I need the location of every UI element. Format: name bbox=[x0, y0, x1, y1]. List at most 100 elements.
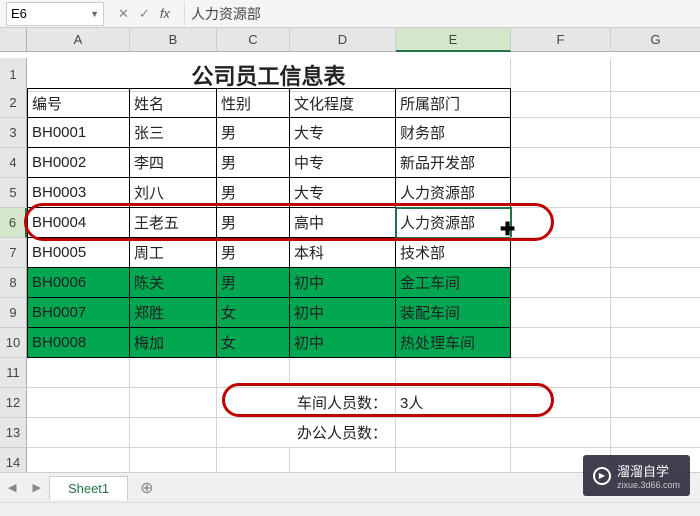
empty-cell[interactable] bbox=[611, 358, 700, 388]
col-header-F[interactable]: F bbox=[511, 28, 611, 52]
cell-id[interactable]: BH0004 bbox=[27, 208, 130, 238]
cell-sex[interactable]: 男 bbox=[217, 238, 290, 268]
formula-input[interactable]: 人力资源部 bbox=[184, 2, 700, 26]
empty-cell[interactable] bbox=[217, 358, 290, 388]
cell-sex[interactable]: 女 bbox=[217, 298, 290, 328]
empty-cell[interactable] bbox=[611, 388, 700, 418]
name-box-dropdown-icon[interactable]: ▼ bbox=[90, 9, 99, 19]
cell-dept[interactable]: 人力资源部 bbox=[396, 178, 511, 208]
cell-name[interactable]: 周工 bbox=[130, 238, 217, 268]
empty-cell[interactable] bbox=[511, 418, 611, 448]
summary-label-office[interactable]: 办公人员数： bbox=[217, 418, 396, 448]
cell-name[interactable]: 王老五 bbox=[130, 208, 217, 238]
cell-edu[interactable]: 大专 bbox=[290, 118, 396, 148]
empty-cell[interactable] bbox=[611, 88, 700, 118]
cell-sex[interactable]: 男 bbox=[217, 268, 290, 298]
row-header-4[interactable]: 4 bbox=[0, 148, 27, 178]
row-header-11[interactable]: 11 bbox=[0, 358, 27, 388]
cell-edu[interactable]: 中专 bbox=[290, 148, 396, 178]
table-header[interactable]: 所属部门 bbox=[396, 88, 511, 118]
row-header-1[interactable]: 1 bbox=[0, 58, 27, 92]
empty-cell[interactable] bbox=[611, 268, 700, 298]
empty-cell[interactable] bbox=[130, 388, 217, 418]
confirm-icon[interactable]: ✓ bbox=[139, 6, 150, 22]
row-header-6[interactable]: 6 bbox=[0, 208, 27, 238]
empty-cell[interactable] bbox=[611, 298, 700, 328]
empty-cell[interactable] bbox=[511, 208, 611, 238]
empty-cell[interactable] bbox=[511, 178, 611, 208]
col-header-E[interactable]: E bbox=[396, 28, 511, 52]
empty-cell[interactable] bbox=[511, 88, 611, 118]
empty-cell[interactable] bbox=[511, 388, 611, 418]
table-header[interactable]: 编号 bbox=[27, 88, 130, 118]
tab-nav-next-icon[interactable]: ▶ bbox=[24, 481, 48, 494]
row-header-13[interactable]: 13 bbox=[0, 418, 27, 448]
cell-edu[interactable]: 大专 bbox=[290, 178, 396, 208]
empty-cell[interactable] bbox=[511, 358, 611, 388]
cell-sex[interactable]: 男 bbox=[217, 208, 290, 238]
summary-label-workshop[interactable]: 车间人员数： bbox=[217, 388, 396, 418]
horizontal-scrollbar[interactable] bbox=[0, 502, 700, 516]
cell-name[interactable]: 梅加 bbox=[130, 328, 217, 358]
empty-cell[interactable] bbox=[396, 358, 511, 388]
empty-cell[interactable] bbox=[511, 268, 611, 298]
tab-sheet1[interactable]: Sheet1 bbox=[49, 476, 128, 500]
cell-name[interactable]: 郑胜 bbox=[130, 298, 217, 328]
empty-cell[interactable] bbox=[130, 418, 217, 448]
cell-dept[interactable]: 金工车间 bbox=[396, 268, 511, 298]
empty-cell[interactable] bbox=[511, 118, 611, 148]
name-box[interactable]: E6 ▼ bbox=[6, 2, 104, 26]
cell-sex[interactable]: 男 bbox=[217, 148, 290, 178]
empty-cell[interactable] bbox=[130, 358, 217, 388]
empty-cell[interactable] bbox=[290, 358, 396, 388]
cell-id[interactable]: BH0007 bbox=[27, 298, 130, 328]
table-header[interactable]: 姓名 bbox=[130, 88, 217, 118]
row-header-5[interactable]: 5 bbox=[0, 178, 27, 208]
title-cell[interactable]: 公司员工信息表 bbox=[27, 58, 511, 92]
empty-cell[interactable] bbox=[511, 298, 611, 328]
cell-dept[interactable]: 人力资源部 bbox=[396, 208, 511, 238]
row-header-3[interactable]: 3 bbox=[0, 118, 27, 148]
cancel-icon[interactable]: ✕ bbox=[118, 6, 129, 22]
summary-value-workshop[interactable]: 3人 bbox=[396, 388, 511, 418]
empty-cell[interactable] bbox=[511, 238, 611, 268]
cell-edu[interactable]: 本科 bbox=[290, 238, 396, 268]
row-header-9[interactable]: 9 bbox=[0, 298, 27, 328]
cell-id[interactable]: BH0008 bbox=[27, 328, 130, 358]
cell-sex[interactable]: 女 bbox=[217, 328, 290, 358]
empty-cell[interactable] bbox=[611, 328, 700, 358]
col-header-C[interactable]: C bbox=[217, 28, 290, 52]
cell-dept[interactable]: 热处理车间 bbox=[396, 328, 511, 358]
cell-id[interactable]: BH0006 bbox=[27, 268, 130, 298]
empty-cell[interactable] bbox=[27, 358, 130, 388]
fx-icon[interactable]: fx bbox=[160, 6, 170, 21]
empty-cell[interactable] bbox=[611, 118, 700, 148]
cell-sex[interactable]: 男 bbox=[217, 118, 290, 148]
row-header-7[interactable]: 7 bbox=[0, 238, 27, 268]
cell-id[interactable]: BH0003 bbox=[27, 178, 130, 208]
summary-value-office[interactable] bbox=[396, 418, 511, 448]
cell-name[interactable]: 李四 bbox=[130, 148, 217, 178]
cell-name[interactable]: 陈关 bbox=[130, 268, 217, 298]
row-header-2[interactable]: 2 bbox=[0, 88, 27, 118]
empty-cell[interactable] bbox=[27, 418, 130, 448]
cell-edu[interactable]: 初中 bbox=[290, 328, 396, 358]
cell-dept[interactable]: 装配车间 bbox=[396, 298, 511, 328]
empty-cell[interactable] bbox=[611, 178, 700, 208]
row-header-12[interactable]: 12 bbox=[0, 388, 27, 418]
col-header-A[interactable]: A bbox=[27, 28, 130, 52]
table-header[interactable]: 性别 bbox=[217, 88, 290, 118]
empty-cell[interactable] bbox=[611, 148, 700, 178]
select-all-corner[interactable] bbox=[0, 28, 27, 52]
cell-dept[interactable]: 技术部 bbox=[396, 238, 511, 268]
col-header-D[interactable]: D bbox=[290, 28, 396, 52]
empty-cell[interactable] bbox=[611, 208, 700, 238]
grid[interactable]: ABCDEFG1公司员工信息表2编号姓名性别文化程度所属部门3BH0001张三男… bbox=[0, 28, 700, 478]
empty-cell[interactable] bbox=[611, 58, 700, 92]
empty-cell[interactable] bbox=[511, 148, 611, 178]
row-header-8[interactable]: 8 bbox=[0, 268, 27, 298]
cell-edu[interactable]: 初中 bbox=[290, 298, 396, 328]
cell-name[interactable]: 张三 bbox=[130, 118, 217, 148]
add-sheet-icon[interactable]: ⊕ bbox=[128, 478, 165, 498]
cell-edu[interactable]: 初中 bbox=[290, 268, 396, 298]
